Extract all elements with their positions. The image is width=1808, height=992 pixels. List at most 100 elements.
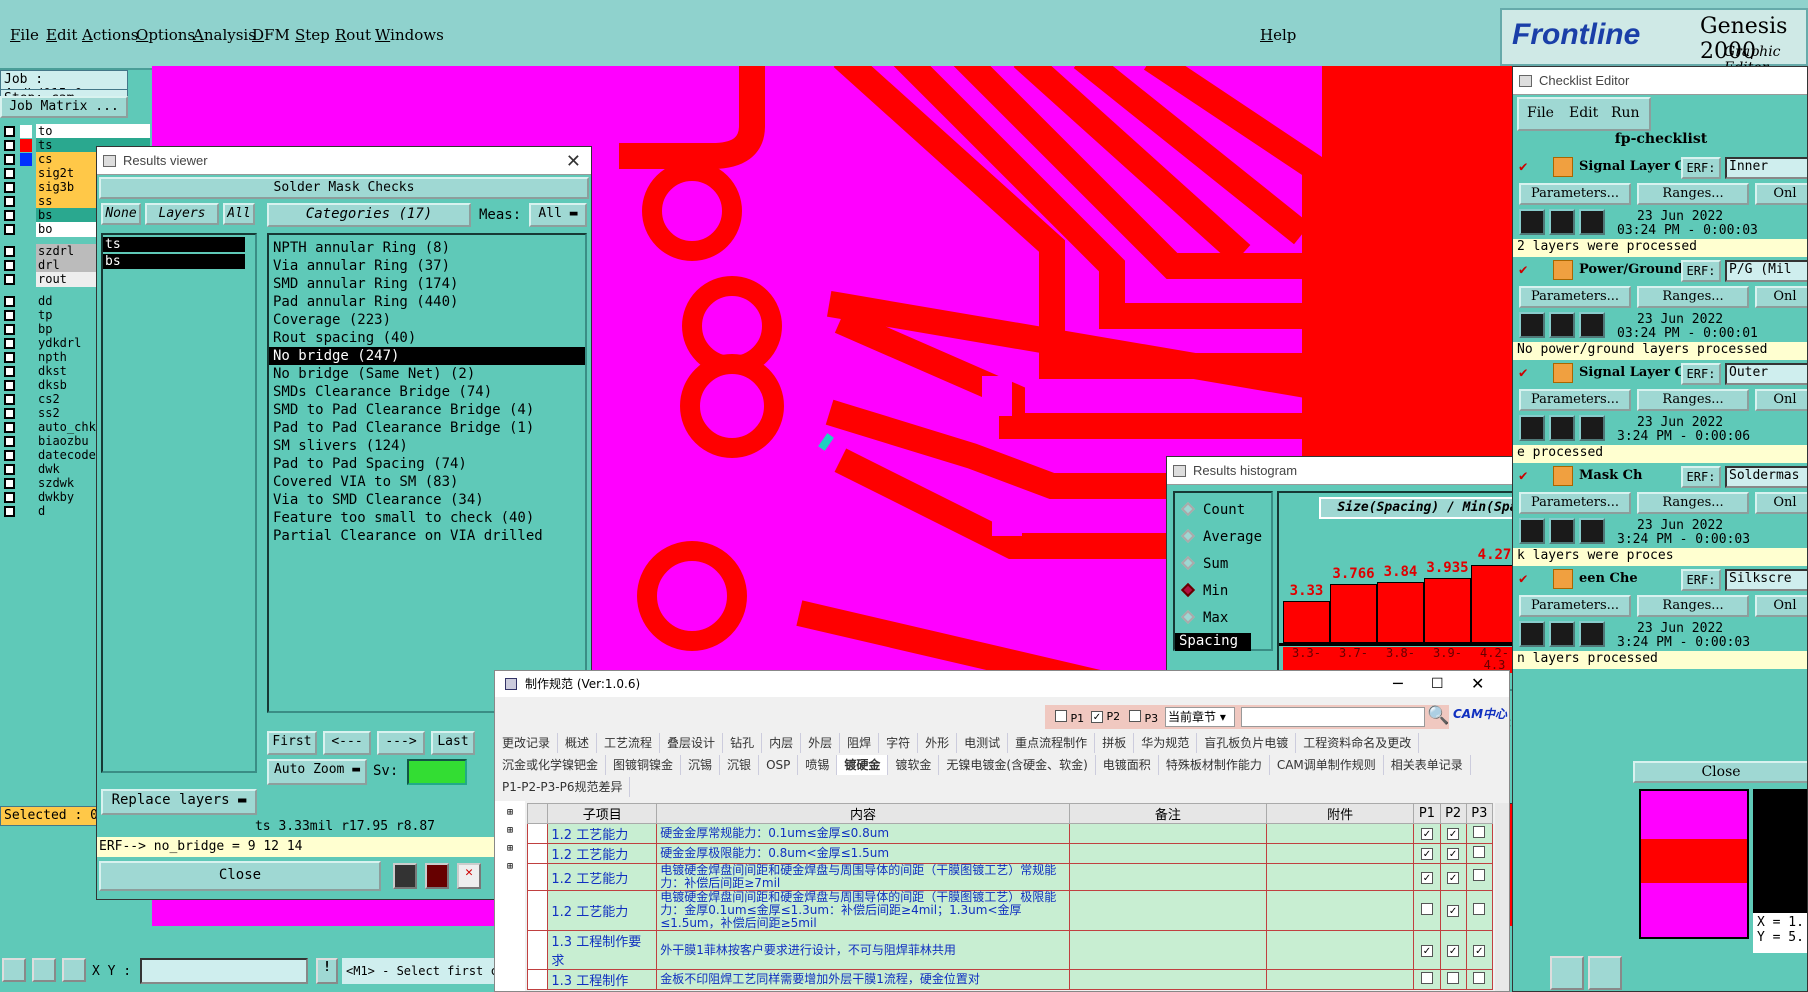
count-radio[interactable]: Count [1180, 499, 1245, 521]
layer-checkbox[interactable] [4, 324, 15, 335]
run-status-icon[interactable] [1519, 621, 1545, 647]
checklist-menu-file[interactable]: File [1527, 105, 1554, 121]
layer-color-swatch[interactable] [20, 245, 32, 258]
row-p3-checkbox[interactable] [1473, 869, 1486, 881]
layer-checkbox[interactable] [4, 260, 15, 271]
column-header[interactable]: P3 [1465, 803, 1494, 824]
all-button[interactable]: All [223, 203, 255, 225]
row-attachment[interactable] [1265, 863, 1415, 891]
category-item[interactable]: SMD annular Ring (174) [269, 275, 585, 293]
row-p1-checkbox[interactable]: ✓ [1420, 944, 1433, 957]
check-icon[interactable]: ✔ [1519, 571, 1527, 587]
layer-checkbox[interactable] [4, 210, 15, 221]
spec-tab[interactable]: 重点流程制作 [1008, 733, 1096, 753]
checklist-item-name[interactable]: Power/Ground C [1579, 262, 1698, 277]
parameters-button[interactable]: Parameters... [1519, 286, 1631, 308]
histogram-bar[interactable] [1471, 565, 1518, 643]
layer-color-swatch[interactable] [20, 449, 32, 462]
search-icon[interactable]: 🔍 [1427, 705, 1449, 726]
spec-tab[interactable]: 镀硬金 [837, 755, 889, 775]
column-header[interactable]: P1 [1413, 803, 1441, 824]
spec-tab[interactable]: 图镀铜镍金 [606, 755, 682, 775]
column-header[interactable]: 子项目 [547, 803, 658, 824]
layer-checkbox[interactable] [4, 450, 15, 461]
layer-checkbox[interactable] [4, 338, 15, 349]
row-attachment[interactable] [1265, 823, 1415, 844]
spec-row[interactable]: 1.3 工程制作 金板不印阻焊工艺同样需要增加外层干膜1流程，硬金位置对 [526, 969, 1494, 990]
layer-color-swatch[interactable] [20, 323, 32, 336]
layers-button[interactable]: Layers [145, 203, 219, 225]
ranges-button[interactable]: Ranges... [1637, 595, 1749, 617]
row-p2-checkbox[interactable]: ✓ [1447, 944, 1460, 957]
layer-color-swatch[interactable] [20, 365, 32, 378]
grid-tool-icon[interactable] [62, 958, 86, 982]
select-all-header[interactable] [526, 803, 549, 824]
checklist-item-name[interactable]: Signal Layer Ch [1579, 365, 1694, 380]
histogram-bar[interactable] [1283, 600, 1330, 643]
spec-tab[interactable]: 更改记录 [495, 733, 559, 753]
layer-checkbox[interactable] [4, 422, 15, 433]
spec-tab[interactable]: 字符 [879, 733, 919, 753]
category-item[interactable]: SM slivers (124) [269, 437, 585, 455]
first-button[interactable]: First [267, 731, 317, 755]
row-p1-checkbox[interactable] [1420, 971, 1433, 984]
erf-dropdown[interactable]: Outer [1725, 363, 1807, 385]
row-p2-checkbox[interactable]: ✓ [1447, 871, 1460, 884]
ranges-button[interactable]: Ranges... [1637, 389, 1749, 411]
filter-p3[interactable]: P3 [1129, 710, 1158, 725]
row-p1-checkbox[interactable]: ✓ [1420, 828, 1433, 840]
layer-checkbox[interactable] [4, 224, 15, 235]
layer-color-swatch[interactable] [20, 337, 32, 350]
check-icon[interactable]: ✔ [1519, 262, 1527, 278]
column-header[interactable]: 内容 [656, 803, 1070, 824]
highlight-icon[interactable] [393, 863, 417, 889]
erf-dropdown[interactable]: Silkscre [1725, 569, 1807, 591]
row-p2-checkbox[interactable]: ✓ [1447, 828, 1460, 840]
run-status-icon[interactable] [1579, 312, 1605, 338]
ranges-button[interactable]: Ranges... [1637, 286, 1749, 308]
layer-checkbox[interactable] [4, 366, 15, 377]
category-item[interactable]: Partial Clearance on VIA drilled [269, 527, 585, 545]
layer-checkbox[interactable] [4, 154, 15, 165]
prev-button[interactable]: <--- [323, 731, 371, 755]
layer-color-swatch[interactable] [20, 139, 32, 152]
layer-checkbox[interactable] [4, 296, 15, 307]
run-status-icon[interactable] [1549, 621, 1575, 647]
check-icon[interactable]: ✔ [1519, 159, 1527, 175]
spec-tab[interactable]: OSP [759, 755, 799, 775]
menu-options[interactable]: Options [136, 26, 195, 44]
only-button[interactable]: Onl [1755, 492, 1807, 514]
categories-list[interactable]: NPTH annular Ring (8) Via annular Ring (3… [267, 233, 587, 713]
spec-tab[interactable]: 拼板 [1095, 733, 1135, 753]
row-selector[interactable] [526, 969, 549, 990]
sum-radio[interactable]: Sum [1180, 553, 1228, 575]
layer-row[interactable]: to [0, 124, 150, 139]
expand-icon[interactable]: ⊞ [507, 807, 513, 818]
column-header[interactable]: 附件 [1265, 803, 1415, 824]
spec-tab[interactable]: 特殊板材制作能力 [1159, 755, 1270, 775]
layer-checkbox[interactable] [4, 126, 15, 137]
alert-icon[interactable]: ! [316, 958, 338, 984]
category-item[interactable]: No bridge (Same Net) (2) [269, 365, 585, 383]
category-item[interactable]: Feature too small to check (40) [269, 509, 585, 527]
spec-tab[interactable]: 工程资料命名及更改 [1296, 733, 1420, 753]
row-attachment[interactable] [1265, 930, 1415, 970]
auto-zoom-dropdown[interactable]: Auto Zoom ▬ [267, 759, 367, 785]
only-button[interactable]: Onl [1755, 183, 1807, 205]
ranges-button[interactable]: Ranges... [1637, 492, 1749, 514]
layer-checkbox[interactable] [4, 464, 15, 475]
histogram-bar[interactable] [1330, 584, 1377, 643]
spec-row[interactable]: 1.2 工艺能力 电镀硬金焊盘间间距和硬金焊盘与周围导体的间距（干膜图镀工艺）常规… [526, 863, 1494, 891]
spec-row[interactable]: 1.2 工艺能力 硬金金厚常规能力：0.1um≤金厚≤0.8um ✓ ✓ [526, 823, 1494, 844]
spec-tab[interactable]: 镀软金 [888, 755, 940, 775]
spec-tab[interactable]: 无镍电镀金(含硬金、软金) [939, 755, 1096, 775]
row-p2-checkbox[interactable] [1447, 971, 1460, 984]
layer-checkbox[interactable] [4, 478, 15, 489]
only-button[interactable]: Onl [1755, 389, 1807, 411]
layer-color-swatch[interactable] [20, 351, 32, 364]
spec-tab[interactable]: 喷锡 [798, 755, 838, 775]
spec-tab[interactable]: 电镀面积 [1096, 755, 1159, 775]
category-item[interactable]: SMDs Clearance Bridge (74) [269, 383, 585, 401]
erf-dropdown[interactable]: Inner [1725, 157, 1807, 179]
checklist-item-name[interactable]: Mask Ch [1579, 468, 1642, 483]
